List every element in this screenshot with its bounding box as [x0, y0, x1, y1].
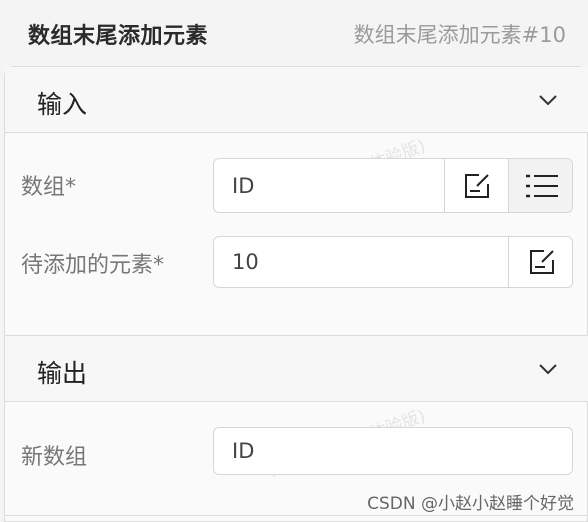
- edit-icon: [529, 250, 554, 274]
- node-instance-name: 数组末尾添加元素#10: [353, 23, 566, 47]
- window-header: 数组末尾添加元素 数组末尾添加元素#10: [0, 0, 588, 66]
- output-section-title: 输出: [37, 359, 88, 388]
- array-input-value: ID: [232, 173, 255, 198]
- array-input[interactable]: ID: [213, 158, 573, 213]
- chevron-down-icon[interactable]: [537, 89, 559, 111]
- properties-panel: 输入 弘玑Cyclone(体验版) 数组* ID 待: [4, 66, 588, 522]
- input-section-title: 输入: [37, 90, 88, 119]
- array-field-label: 数组*: [21, 175, 77, 200]
- panel-title: 数组末尾添加元素: [28, 24, 209, 49]
- chevron-down-icon[interactable]: [537, 358, 559, 380]
- output-section-header[interactable]: 输出: [5, 336, 588, 402]
- element-input-value: 10: [232, 250, 259, 274]
- new-array-input-value: ID: [232, 439, 255, 463]
- bottom-divider: [5, 515, 588, 516]
- element-input[interactable]: 10: [213, 236, 573, 288]
- input-section-header[interactable]: 输入: [5, 67, 588, 133]
- array-edit-button[interactable]: [444, 159, 508, 212]
- new-array-field-label: 新数组: [21, 445, 88, 470]
- credit-watermark: CSDN @小赵小赵睡个好觉: [367, 494, 574, 514]
- list-icon: [525, 174, 558, 197]
- element-edit-button[interactable]: [508, 237, 572, 287]
- edit-icon: [464, 173, 489, 198]
- new-array-input[interactable]: ID: [213, 427, 573, 475]
- element-field-label: 待添加的元素*: [21, 253, 165, 278]
- array-list-button[interactable]: [508, 159, 572, 212]
